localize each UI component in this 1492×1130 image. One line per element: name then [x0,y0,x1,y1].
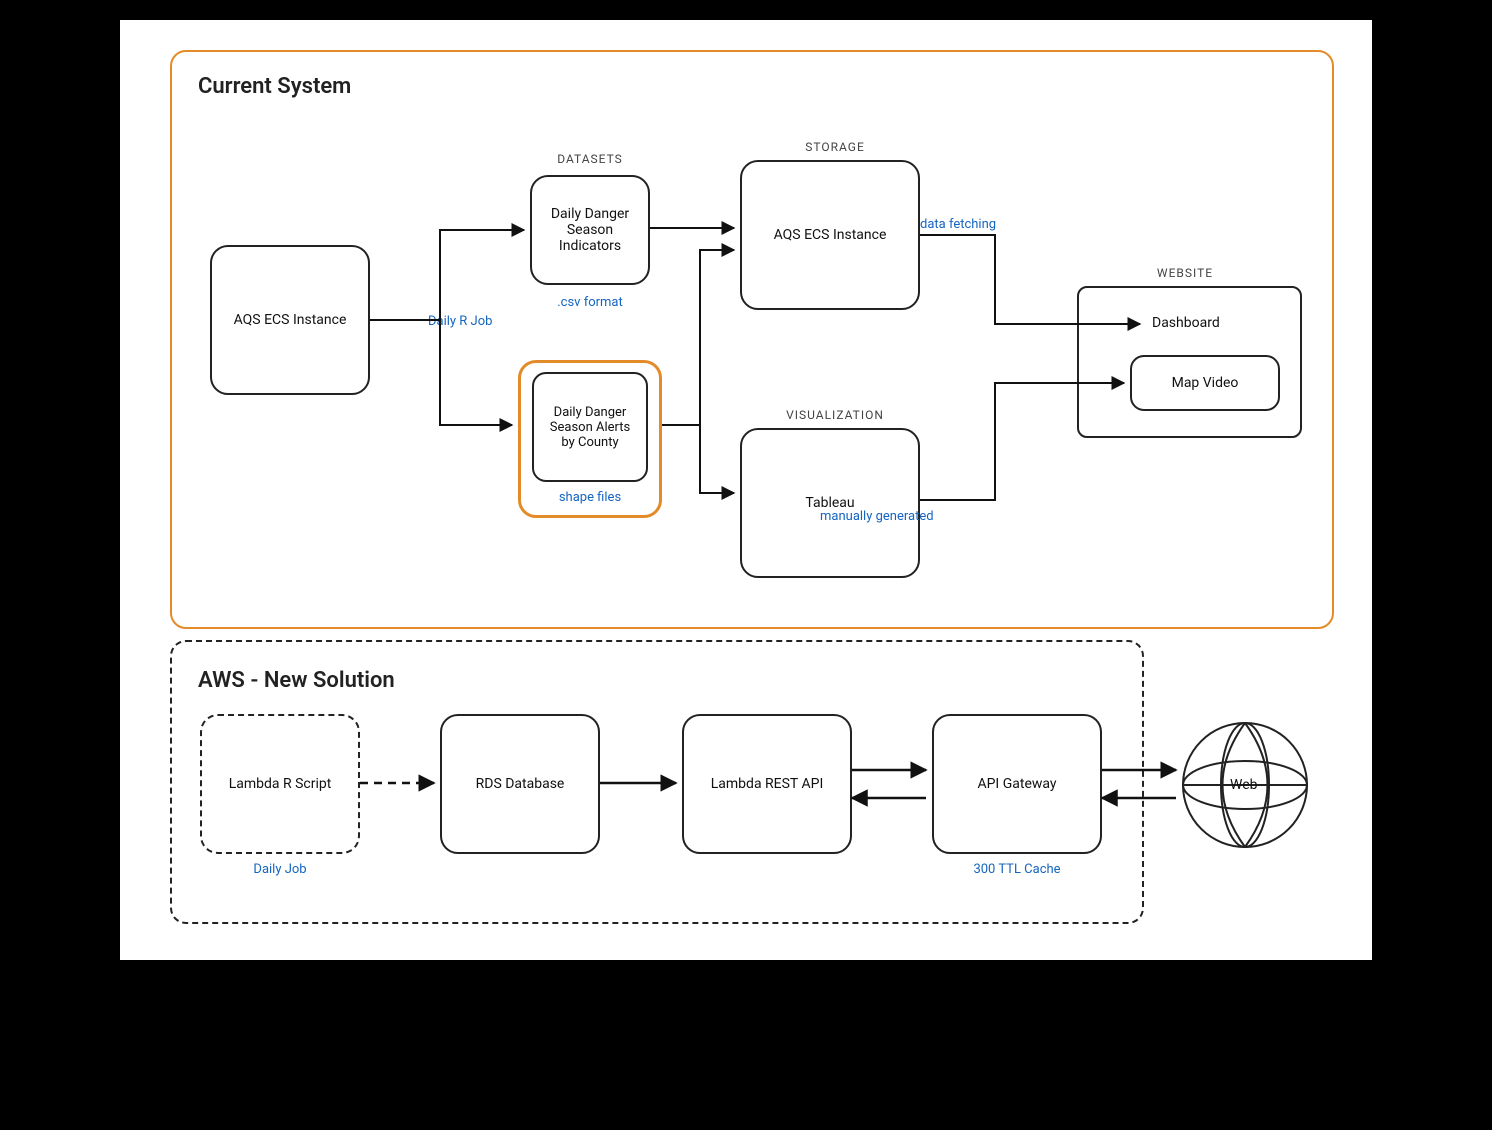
node-aqs-source: AQS ECS Instance [210,245,370,395]
node-aqs-source-label: AQS ECS Instance [234,312,347,328]
node-tableau: Tableau [740,428,920,578]
node-lambda-r-label: Lambda R Script [229,776,332,792]
label-shape-files: shape files [518,490,662,505]
node-dashboard-label: Dashboard [1152,315,1220,331]
node-indicators-label: Daily Danger Season Indicators [540,206,640,254]
node-indicators: Daily Danger Season Indicators [530,175,650,285]
node-rds: RDS Database [440,714,600,854]
label-ttl-cache: 300 TTL Cache [932,862,1102,877]
node-rds-label: RDS Database [476,776,565,792]
label-visualization: VISUALIZATION [760,408,910,422]
node-aqs-storage: AQS ECS Instance [740,160,920,310]
node-lambda-api-label: Lambda REST API [711,776,824,792]
node-web-label: Web [1230,777,1258,793]
label-data-fetching: data fetching [920,217,1030,232]
node-lambda-r: Lambda R Script [200,714,360,854]
node-map-video-label: Map Video [1172,375,1239,391]
node-api-gateway-label: API Gateway [977,776,1056,792]
label-datasets: DATASETS [540,152,640,166]
node-alerts-label: Daily Danger Season Alerts by County [542,405,638,450]
label-daily-job: Daily Job [200,862,360,877]
label-storage: STORAGE [760,140,910,154]
node-api-gateway: API Gateway [932,714,1102,854]
node-lambda-api: Lambda REST API [682,714,852,854]
label-website: WEBSITE [1110,266,1260,280]
title-current: Current System [198,74,351,99]
node-aqs-storage-label: AQS ECS Instance [774,227,887,243]
node-dashboard: Dashboard [1152,315,1220,331]
label-manually-generated: manually generated [820,509,980,524]
diagram-canvas: Current System DATASETS STORAGE VISUALIZ… [120,20,1372,960]
title-new: AWS - New Solution [198,668,395,693]
label-daily-r-job: Daily R Job [428,314,518,329]
node-map-video: Map Video [1130,355,1280,411]
label-csv-format: .csv format [530,295,650,310]
node-alerts: Daily Danger Season Alerts by County [532,372,648,482]
